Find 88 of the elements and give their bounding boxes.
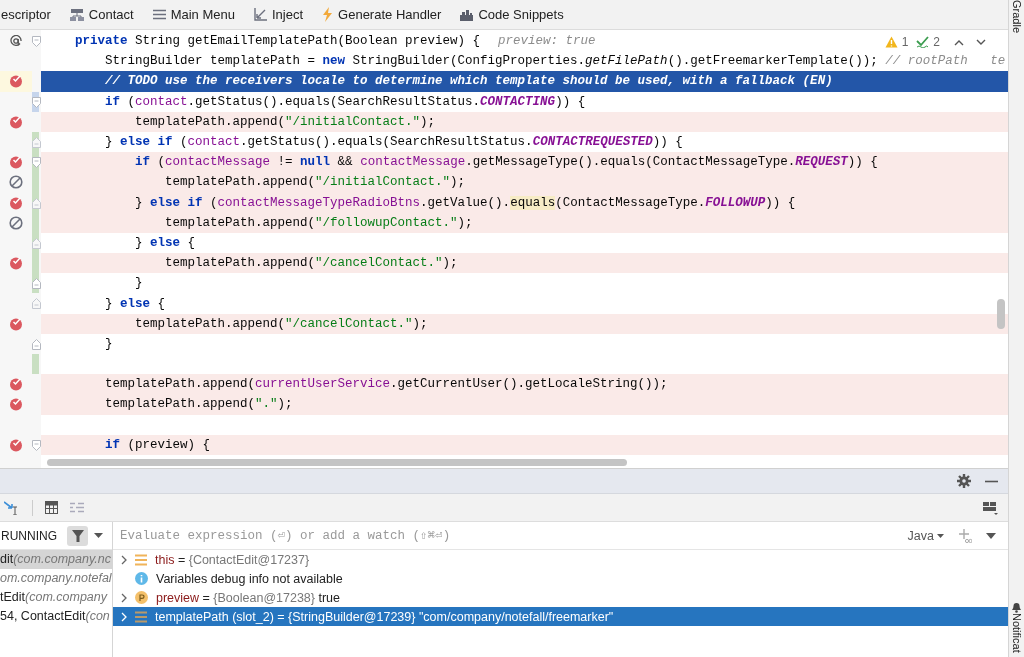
settings-icon[interactable] — [957, 474, 971, 488]
stack-frame[interactable]: om.company.notefal — [0, 569, 112, 588]
inspection-widget[interactable]: 1 2 — [884, 35, 986, 49]
code-line: } — [104, 336, 113, 351]
breakpoint-icon[interactable] — [9, 256, 23, 271]
warning-count: 1 — [901, 35, 909, 49]
toolbar-button[interactable]: Code Snippets — [460, 7, 564, 22]
caret-icon[interactable] — [94, 532, 103, 539]
breakpoint-icon[interactable] — [9, 74, 23, 89]
variable-row[interactable]: templatePath (slot_2) = {StringBuilder@17239} "com/company/notefall/freemarker" — [113, 607, 1008, 626]
gradle-tab[interactable]: Gradle — [1010, 0, 1023, 34]
weak-warning-count: 2 — [933, 35, 940, 49]
notifications-tab[interactable]: Notificat — [1010, 613, 1023, 653]
caret-icon[interactable] — [986, 532, 996, 539]
fold-icon[interactable] — [32, 278, 41, 290]
arrow-icon — [254, 8, 267, 21]
scrollbar-thumb[interactable] — [997, 299, 1005, 329]
breakpoint-icon[interactable] — [9, 114, 23, 129]
fold-icon[interactable] — [32, 338, 41, 350]
code-line: templatePath.append("/cancelContact."); — [134, 316, 428, 331]
code-line: templatePath.append("/followupContact."); — [164, 215, 473, 230]
code-line: } else if (contactMessageTypeRadioBtns.getValue().equals(ContactMessageType.FOLLOWUP)) { — [134, 195, 796, 210]
thread-status: RUNNING — [1, 528, 57, 543]
lightning-icon — [322, 7, 334, 22]
variable-row[interactable]: Variables debug info not available — [113, 569, 1008, 588]
add-watch-icon[interactable] — [958, 528, 972, 543]
warning-icon — [884, 36, 898, 48]
variable-row[interactable]: this = {ContactEdit@17237} — [113, 550, 1008, 569]
toolbar-button[interactable]: Main Menu — [152, 7, 235, 22]
code-line: // TODO use the receivers locale to determine which template should be used, with a fallback (EN) — [104, 74, 833, 89]
chevron-down-icon[interactable] — [976, 38, 986, 46]
code-line: } else { — [104, 296, 166, 311]
check-icon — [916, 36, 930, 48]
toolbar-button[interactable]: Generate Handler — [322, 7, 442, 22]
code-line: private String getEmailTemplatePath(Boolean preview) { — [74, 34, 481, 49]
code-line: if (preview) { — [104, 437, 211, 452]
at-sign-icon[interactable] — [10, 35, 22, 48]
language-dropdown[interactable]: Java — [907, 528, 944, 543]
code-line: templatePath.append(currentUserService.getCurrentUser().getLocaleString()); — [104, 377, 668, 392]
fold-icon[interactable] — [32, 157, 41, 169]
caret-icon — [937, 533, 944, 538]
field-icon — [135, 553, 147, 566]
minimize-icon[interactable] — [985, 479, 998, 483]
filter-icon — [71, 529, 84, 542]
code-line: templatePath.append("."); — [104, 397, 293, 412]
code-line: if (contact.getStatus().equals(SearchResultStatus.CONTACTING)) { — [104, 94, 586, 109]
evaluate-expression-field[interactable]: Evaluate expression (⏎) or add a watch (⇧⌘⏎) — [113, 522, 894, 549]
snippets-icon — [460, 8, 474, 21]
breakpoint-icon[interactable] — [9, 316, 23, 331]
menu-icon — [152, 9, 166, 20]
code-line: if (contactMessage != null && contactMessage.getMessageType().equals(ContactMessageType.REQUEST)) { — [134, 155, 878, 170]
list-icon[interactable] — [70, 502, 84, 513]
chevron-up-icon[interactable] — [954, 38, 964, 46]
toolbar-button[interactable]: Inject — [254, 7, 304, 22]
fold-icon[interactable] — [32, 36, 41, 47]
inline-value-hint: preview: true — [498, 34, 596, 49]
code-line: templatePath.append("/cancelContact."); — [164, 256, 458, 271]
fold-icon[interactable] — [32, 439, 41, 451]
chevron-right-icon[interactable] — [121, 554, 127, 565]
step-cursor-icon[interactable] — [4, 500, 20, 515]
stack-frame[interactable]: tEdit(com.company — [0, 588, 112, 607]
filter-button[interactable] — [67, 525, 88, 546]
info-icon — [135, 572, 148, 585]
code-line: templatePath.append("/initialContact."); — [164, 175, 466, 190]
scrollbar-thumb[interactable] — [47, 459, 627, 466]
layout-icon[interactable] — [983, 500, 998, 515]
code-line: StringBuilder templatePath = new StringBuilder(ConfigProperties.getFilePath().getFreemarkerTemplate()); // rootPath te — [104, 54, 1006, 69]
table-icon[interactable] — [45, 501, 58, 514]
breakpoint-icon[interactable] — [9, 397, 23, 412]
code-line: templatePath.append("/initialContact."); — [134, 114, 436, 129]
breakpoint-icon[interactable] — [9, 437, 23, 452]
toolbar-button[interactable]: Contact — [69, 7, 134, 22]
fold-icon[interactable] — [32, 96, 41, 108]
bell-icon[interactable] — [1011, 601, 1022, 614]
breakpoint-icon[interactable] — [9, 377, 23, 392]
field-icon — [135, 610, 147, 623]
code-line: } else if (contact.getStatus().equals(SearchResultStatus.CONTACTREQUESTED)) { — [104, 135, 683, 150]
toolbar-button[interactable]: escriptor — [1, 7, 51, 22]
hierarchy-icon — [69, 8, 84, 21]
breakpoint-icon[interactable] — [9, 195, 23, 210]
stack-frame[interactable]: 54, ContactEdit(con — [0, 607, 112, 626]
stack-frame[interactable]: dit(com.company.nc — [0, 550, 112, 569]
code-line: } — [134, 276, 143, 291]
breakpoint-icon[interactable] — [9, 155, 23, 170]
parameter-icon — [135, 591, 148, 604]
chevron-right-icon[interactable] — [121, 592, 127, 603]
code-line: } else { — [134, 235, 196, 250]
variable-row[interactable]: preview = {Boolean@17238} true — [113, 588, 1008, 607]
